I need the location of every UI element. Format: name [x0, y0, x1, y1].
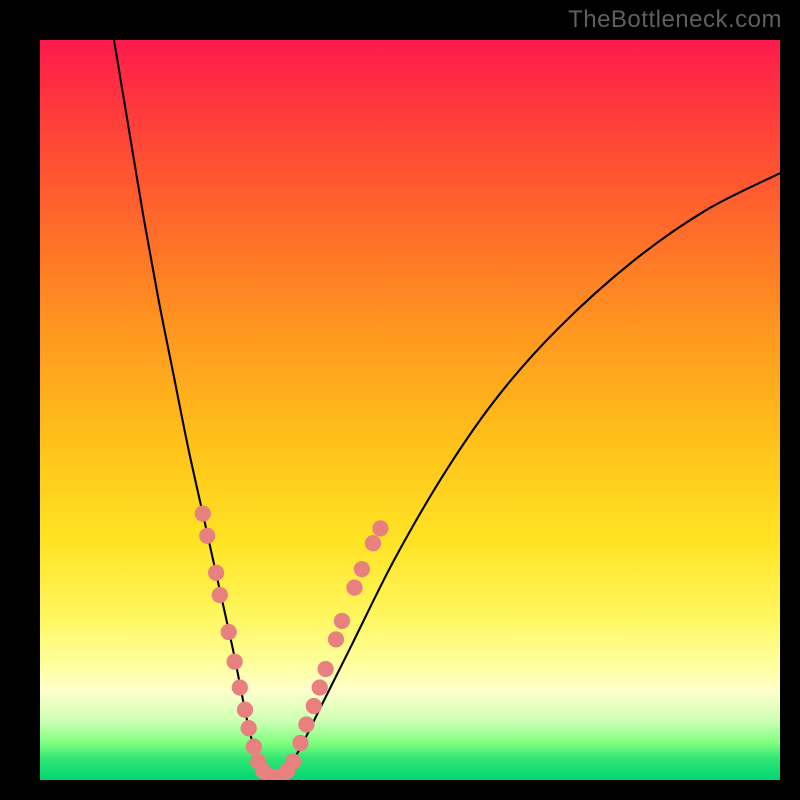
- plot-area: [40, 40, 780, 780]
- marker-dot: [372, 520, 388, 536]
- marker-dot: [334, 613, 350, 629]
- marker-dot: [246, 739, 262, 755]
- marker-dot: [208, 565, 224, 581]
- marker-dot: [346, 579, 362, 595]
- marker-dot: [237, 702, 253, 718]
- marker-dot: [241, 720, 257, 736]
- curve-markers: [195, 505, 389, 780]
- marker-dot: [232, 679, 248, 695]
- bottleneck-curve: [114, 40, 780, 780]
- watermark-text: TheBottleneck.com: [568, 6, 782, 34]
- marker-dot: [312, 679, 328, 695]
- marker-dot: [292, 735, 308, 751]
- marker-dot: [365, 535, 381, 551]
- marker-dot: [285, 753, 301, 769]
- marker-dot: [199, 528, 215, 544]
- marker-dot: [212, 587, 228, 603]
- marker-dot: [226, 653, 242, 669]
- marker-dot: [195, 505, 211, 521]
- marker-dot: [298, 716, 314, 732]
- marker-dot: [306, 698, 322, 714]
- marker-dot: [318, 661, 334, 677]
- chart-frame: TheBottleneck.com: [0, 0, 800, 800]
- curve-svg: [40, 40, 780, 780]
- marker-dot: [221, 624, 237, 640]
- marker-dot: [354, 561, 370, 577]
- marker-dot: [328, 631, 344, 647]
